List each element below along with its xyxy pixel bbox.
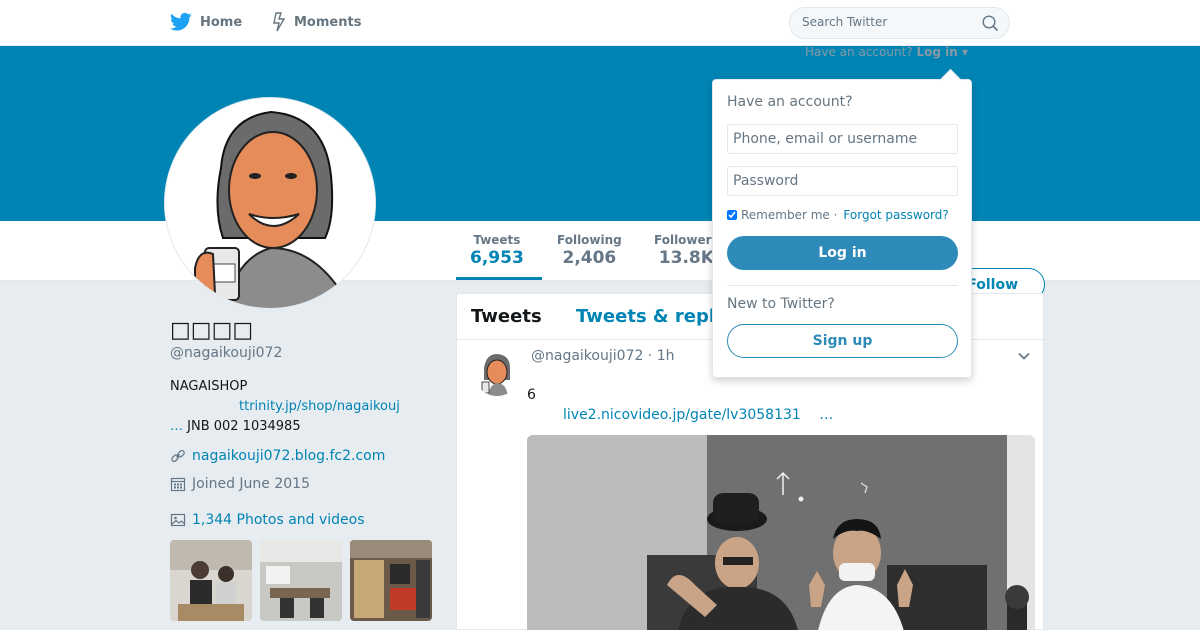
bio-line-account: … JNB 002 1034985: [170, 417, 430, 437]
remember-me-checkbox[interactable]: [727, 210, 737, 220]
remember-me-label[interactable]: Remember me ·: [741, 208, 837, 222]
dropdown-divider: [727, 285, 958, 286]
login-dropdown: Have an account? Remember me · Forgot pa…: [712, 79, 972, 378]
profile-url-link[interactable]: nagaikouji072.blog.fc2.com: [192, 448, 385, 464]
thumbnail-image: [350, 540, 432, 621]
search-box: [789, 7, 1010, 39]
bio-shop-link[interactable]: ttrinity.jp/shop/nagaikouj: [170, 397, 430, 417]
profile-joined-row: Joined June 2015: [170, 476, 310, 492]
stat-followers[interactable]: Followers 13.8K: [654, 233, 719, 268]
profile-url-row: nagaikouji072.blog.fc2.com: [170, 448, 385, 464]
chevron-down-icon[interactable]: [1017, 349, 1031, 363]
nav-home[interactable]: Home: [170, 12, 242, 32]
bio-account-text: JNB 002 1034985: [183, 419, 301, 434]
media-thumbnail[interactable]: [170, 540, 252, 621]
calendar-icon: [170, 477, 186, 492]
tweet-avatar-illustration: [474, 350, 520, 396]
login-dropdown-toggle[interactable]: Log in ▾: [916, 45, 968, 59]
bio-line: NAGAISHOP: [170, 379, 248, 394]
media-thumbnails: [170, 540, 432, 621]
remember-me-row: Remember me · Forgot password?: [727, 208, 949, 222]
stat-following-label: Following: [557, 233, 622, 247]
top-navigation-bar: Home Moments: [0, 0, 1200, 46]
nav-moments-label: Moments: [294, 14, 362, 30]
stat-tweets-value: 6,953: [470, 248, 524, 268]
search-input[interactable]: [802, 15, 972, 29]
media-thumbnail[interactable]: [350, 540, 432, 621]
tweet-media[interactable]: [527, 435, 1035, 630]
login-button[interactable]: Log in: [727, 236, 958, 270]
tweet-text: 6: [527, 387, 536, 403]
tweet-link-row: live2.nicovideo.jp/gate/lv3058131 …: [563, 407, 833, 423]
tweet-photo: [527, 435, 1035, 630]
tab-tweets[interactable]: Tweets: [471, 306, 542, 327]
moments-bolt-icon: [273, 12, 286, 32]
stat-tweets[interactable]: Tweets 6,953: [470, 233, 524, 268]
tweet-link-ellipsis[interactable]: …: [819, 407, 833, 423]
media-thumbnail[interactable]: [260, 540, 342, 621]
thumbnail-image: [170, 540, 252, 621]
photo-icon: [170, 513, 186, 527]
profile-avatar[interactable]: [164, 97, 376, 309]
stat-following[interactable]: Following 2,406: [557, 233, 622, 268]
tweet-avatar[interactable]: [474, 350, 520, 396]
profile-handle: @nagaikouji072: [170, 345, 283, 361]
forgot-password-link[interactable]: Forgot password?: [843, 208, 948, 222]
signup-button[interactable]: Sign up: [727, 324, 958, 358]
link-icon: [171, 449, 185, 463]
thumbnail-image: [260, 540, 342, 621]
bio-ellipsis-link[interactable]: …: [170, 419, 183, 434]
nav-moments[interactable]: Moments: [272, 12, 361, 32]
photos-videos-row: 1,344 Photos and videos: [170, 512, 365, 528]
photos-videos-link[interactable]: 1,344 Photos and videos: [192, 512, 365, 528]
login-prompt-text: Have an account?: [805, 45, 913, 59]
login-prompt: Have an account? Log in ▾: [805, 45, 968, 59]
twitter-bird-icon: [170, 12, 192, 31]
stat-following-value: 2,406: [562, 248, 617, 268]
active-stat-indicator: [456, 277, 542, 280]
tweet-timestamp[interactable]: · 1h: [643, 348, 675, 364]
tweet-header: @nagaikouji072 · 1h: [531, 348, 675, 364]
search-icon[interactable]: [982, 15, 999, 32]
password-input[interactable]: [727, 166, 958, 196]
login-dropdown-heading: Have an account?: [727, 94, 853, 110]
stat-tweets-label: Tweets: [473, 233, 521, 247]
tweet-author-handle[interactable]: @nagaikouji072: [531, 348, 643, 364]
new-to-twitter-heading: New to Twitter?: [727, 296, 835, 312]
profile-joined-date: Joined June 2015: [192, 476, 310, 492]
avatar-illustration: [165, 98, 375, 308]
stat-followers-value: 13.8K: [658, 248, 714, 268]
profile-display-name: □□□□: [170, 318, 254, 343]
stat-followers-label: Followers: [654, 233, 719, 247]
profile-bio: NAGAISHOP ttrinity.jp/shop/nagaikouj … J…: [170, 377, 430, 437]
username-input[interactable]: [727, 124, 958, 154]
tweet-link[interactable]: live2.nicovideo.jp/gate/lv3058131: [563, 407, 801, 423]
nav-home-label: Home: [200, 14, 243, 30]
